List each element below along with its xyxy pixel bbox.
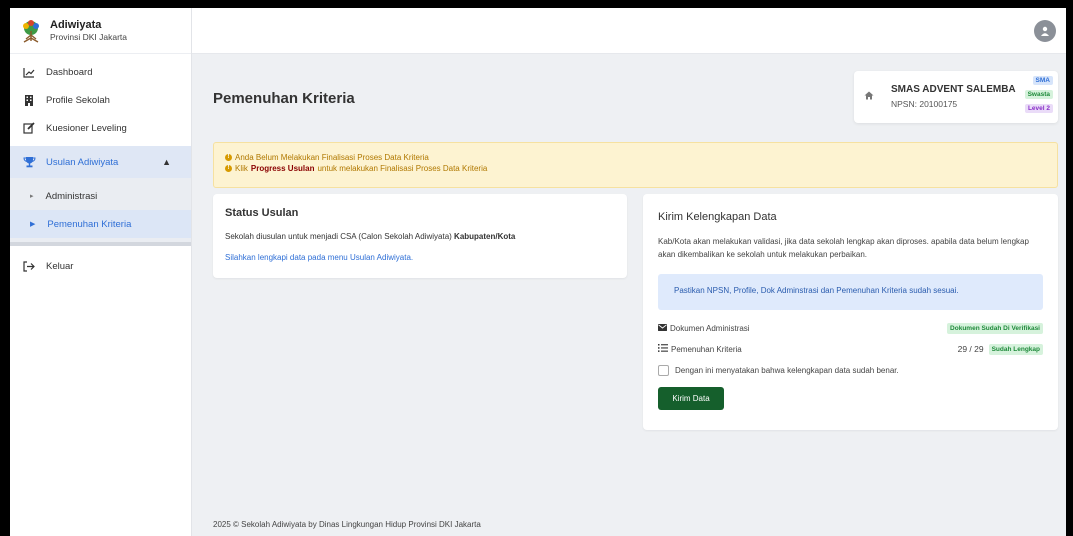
submenu-item-pemenuhan-kriteria[interactable]: ▶ Pemenuhan Kriteria <box>10 210 191 238</box>
sidebar-nav: Dashboard Profile Sekolah Kuesioner Leve… <box>10 58 191 178</box>
alert-text: Anda Belum Melakukan Finalisasi Proses D… <box>235 153 429 162</box>
school-level-badge: SMA <box>1032 76 1053 85</box>
status-text-main: Sekolah diusulan untuk menjadi CSA (Calo… <box>225 232 452 241</box>
exclamation-icon: ! <box>225 165 232 172</box>
user-avatar[interactable] <box>1034 20 1056 42</box>
dokumen-status-badge: Dokumen Sudah Di Verifikasi <box>947 322 1043 334</box>
alert-line: ! Anda Belum Melakukan Finalisasi Proses… <box>225 152 1046 163</box>
kriteria-row: Pemenuhan Kriteria 29 / 29 Sudah Lengkap <box>658 342 1043 356</box>
main-content: Pemenuhan Kriteria SMAS ADVENT SALEMBA N… <box>192 54 1066 536</box>
confirm-label: Dengan ini menyatakan bahwa kelengkapan … <box>675 366 899 375</box>
sidebar-item-label: Profile Sekolah <box>46 94 110 106</box>
confirm-row[interactable]: Dengan ini menyatakan bahwa kelengkapan … <box>658 365 1043 376</box>
brand-subtitle: Provinsi DKI Jakarta <box>50 31 127 42</box>
page-title: Pemenuhan Kriteria <box>213 90 355 107</box>
building-icon <box>22 93 36 107</box>
submenu: ▸ Administrasi ▶ Pemenuhan Kriteria <box>10 178 191 242</box>
school-stage-badge: Level 2 <box>1024 104 1053 113</box>
confirm-checkbox[interactable] <box>658 365 669 376</box>
trophy-icon <box>22 155 36 169</box>
warning-alert: ! Anda Belum Melakukan Finalisasi Proses… <box>213 142 1058 188</box>
card-title: Kirim Kelengkapan Data <box>658 211 777 223</box>
exclamation-icon: ! <box>225 154 232 161</box>
card-title: Status Usulan <box>225 207 299 219</box>
row-right: 29 / 29 Sudah Lengkap <box>957 343 1043 355</box>
sidebar-item-usulan-adiwiyata[interactable]: Usulan Adiwiyata ▲ <box>10 146 191 178</box>
sidebar-item-keluar[interactable]: Keluar <box>10 252 191 280</box>
dokumen-label: Dokumen Administrasi <box>670 323 750 333</box>
submenu-divider <box>10 242 191 246</box>
brand[interactable]: Adiwiyata Provinsi DKI Jakarta <box>10 8 191 54</box>
envelope-icon <box>658 323 667 333</box>
status-text-level: Kabupaten/Kota <box>454 232 516 241</box>
alert-text-suffix: untuk melakukan Finalisasi Proses Data K… <box>317 164 488 173</box>
row-left: Pemenuhan Kriteria <box>658 344 742 354</box>
row-left: Dokumen Administrasi <box>658 323 750 333</box>
user-icon <box>1041 26 1049 36</box>
school-npsn: NPSN: 20100175 <box>891 99 958 109</box>
kriteria-count: 29 / 29 <box>957 344 984 354</box>
logout-icon <box>22 259 36 273</box>
sidebar-item-label: Dashboard <box>46 66 93 78</box>
footer: 2025 © Sekolah Adiwiyata by Dinas Lingku… <box>213 520 481 529</box>
top-bar <box>192 8 1066 54</box>
sidebar-item-label: Keluar <box>46 260 74 272</box>
brand-name: Adiwiyata <box>50 18 102 31</box>
kriteria-status-badge: Sudah Lengkap <box>988 343 1043 355</box>
submenu-item-label: Administrasi <box>45 190 98 202</box>
sidebar-item-kuesioner-leveling[interactable]: Kuesioner Leveling <box>10 114 191 142</box>
dokumen-row: Dokumen Administrasi Dokumen Sudah Di Ve… <box>658 321 1043 335</box>
sidebar: Adiwiyata Provinsi DKI Jakarta Dashboard… <box>10 8 192 536</box>
usulan-adiwiyata-link[interactable]: Silahkan lengkapi data pada menu Usulan … <box>225 253 615 262</box>
list-icon <box>658 344 668 354</box>
sidebar-nav-bottom: Keluar <box>10 252 191 280</box>
sidebar-item-label: Kuesioner Leveling <box>46 122 127 134</box>
edit-icon <box>22 121 36 135</box>
school-name: SMAS ADVENT SALEMBA <box>891 84 1016 95</box>
school-info-card: SMAS ADVENT SALEMBA NPSN: 20100175 SMA S… <box>854 71 1058 123</box>
chart-line-icon <box>22 65 36 79</box>
progress-usulan-link[interactable]: Progress Usulan <box>251 163 315 174</box>
send-description: Kab/Kota akan melakukan validasi, jika d… <box>658 237 1029 259</box>
sidebar-item-dashboard[interactable]: Dashboard <box>10 58 191 86</box>
sidebar-item-profile-sekolah[interactable]: Profile Sekolah <box>10 86 191 114</box>
app-window: Adiwiyata Provinsi DKI Jakarta Dashboard… <box>10 8 1066 536</box>
submenu-item-label: Pemenuhan Kriteria <box>47 218 132 230</box>
kirim-kelengkapan-card: Kirim Kelengkapan Data Kab/Kota akan mel… <box>643 194 1058 430</box>
chevron-up-icon: ▲ <box>162 157 171 167</box>
status-text: Sekolah diusulan untuk menjadi CSA (Calo… <box>225 232 615 241</box>
kriteria-label: Pemenuhan Kriteria <box>671 344 742 354</box>
alert-line: ! Klik Progress Usulan untuk melakukan F… <box>225 163 1046 174</box>
caret-right-icon: ▶ <box>30 221 36 228</box>
caret-right-icon: ▸ <box>30 193 34 200</box>
alert-text-prefix: Klik <box>235 164 248 173</box>
home-icon <box>864 91 874 103</box>
adiwiyata-logo-icon <box>23 19 39 43</box>
submenu-item-administrasi[interactable]: ▸ Administrasi <box>10 182 191 210</box>
status-usulan-card: Status Usulan Sekolah diusulan untuk men… <box>213 194 627 278</box>
kirim-data-button[interactable]: Kirim Data <box>658 387 724 410</box>
info-box: Pastikan NPSN, Profile, Dok Adminstrasi … <box>658 274 1043 310</box>
sidebar-item-label: Usulan Adiwiyata <box>46 156 119 168</box>
school-type-badge: Swasta <box>1024 90 1053 99</box>
